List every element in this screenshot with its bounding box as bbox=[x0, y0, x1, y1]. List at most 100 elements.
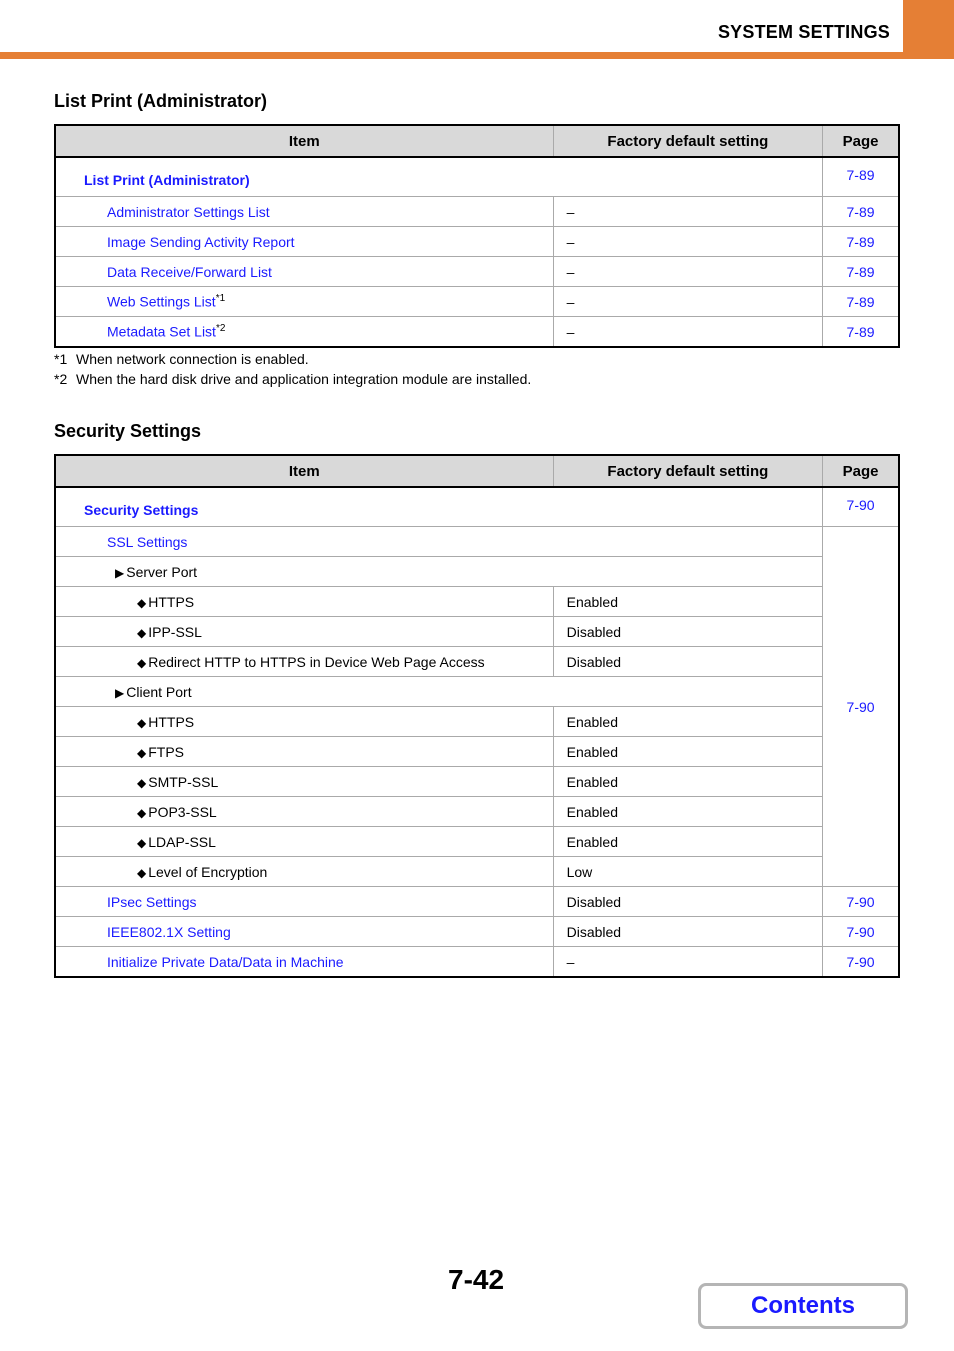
table-row: Security Settings 7-90 bbox=[54, 486, 901, 527]
section-title-security: Security Settings bbox=[54, 421, 202, 441]
ssl-settings-link[interactable]: SSL Settings bbox=[107, 534, 187, 550]
item-label: SMTP-SSL bbox=[148, 773, 219, 790]
header-accent-bar bbox=[0, 52, 954, 59]
header-accent-block bbox=[903, 0, 954, 59]
footnote-text: When the hard disk drive and application… bbox=[76, 371, 532, 387]
page-link[interactable]: 7-90 bbox=[822, 486, 901, 527]
footnote-ref: *2 bbox=[215, 323, 226, 335]
value-cell: Enabled bbox=[552, 766, 824, 797]
item-label: IPP-SSL bbox=[148, 623, 202, 640]
page-link[interactable]: 7-89 bbox=[822, 256, 901, 287]
item-label: HTTPS bbox=[148, 713, 195, 730]
item-label: LDAP-SSL bbox=[148, 833, 216, 850]
diamond-bullet-icon: ◆ bbox=[137, 865, 147, 880]
table-row: ◆ LDAP-SSL Enabled bbox=[53, 826, 899, 857]
group-label[interactable]: Security Settings bbox=[54, 486, 824, 527]
column-header-item: Item bbox=[53, 124, 554, 158]
table-header-row: Item Factory default setting Page bbox=[53, 124, 901, 158]
table-row: Administrator Settings List – 7-89 bbox=[53, 196, 901, 227]
page-link[interactable]: 7-90 bbox=[822, 526, 901, 887]
value-cell: Disabled bbox=[552, 646, 824, 677]
footnote-mark: *1 bbox=[54, 351, 68, 367]
column-header-factory-default: Factory default setting bbox=[552, 454, 824, 488]
item-link[interactable]: Metadata Set List bbox=[107, 324, 216, 340]
value-cell: Enabled bbox=[552, 796, 824, 827]
value-cell: – bbox=[552, 226, 824, 257]
item-cell: ◆ IPP-SSL bbox=[53, 616, 554, 647]
item-cell: ◆ SMTP-SSL bbox=[53, 766, 554, 797]
page-link[interactable]: 7-90 bbox=[822, 916, 901, 947]
column-header-page: Page bbox=[822, 124, 901, 158]
item-label: HTTPS bbox=[148, 593, 195, 610]
arrow-right-icon: ▶ bbox=[115, 565, 125, 580]
item-link[interactable]: IPsec Settings bbox=[107, 894, 197, 910]
footnote: *1 When network connection is enabled. bbox=[54, 351, 309, 367]
diamond-bullet-icon: ◆ bbox=[137, 745, 147, 760]
item-cell[interactable]: SSL Settings bbox=[54, 526, 824, 557]
table-row: Image Sending Activity Report – 7-89 bbox=[53, 226, 901, 257]
page-link[interactable]: 7-89 bbox=[822, 286, 901, 317]
item-cell[interactable]: Administrator Settings List bbox=[53, 196, 554, 227]
value-cell: – bbox=[552, 196, 824, 227]
table-row: ◆ FTPS Enabled bbox=[53, 736, 899, 767]
column-header-page: Page bbox=[822, 454, 901, 488]
page-link[interactable]: 7-89 bbox=[822, 226, 901, 257]
value-cell: Disabled bbox=[552, 916, 824, 947]
item-link[interactable]: Web Settings List bbox=[107, 294, 216, 310]
value-cell: – bbox=[552, 286, 824, 317]
table-row: ◆ HTTPS Enabled bbox=[53, 706, 899, 737]
value-cell: Disabled bbox=[552, 886, 824, 917]
item-cell[interactable]: IPsec Settings bbox=[53, 886, 554, 917]
page-link[interactable]: 7-89 bbox=[822, 156, 901, 197]
diamond-bullet-icon: ◆ bbox=[137, 595, 147, 610]
value-cell: – bbox=[552, 256, 824, 287]
item-cell: ◆ HTTPS bbox=[53, 586, 554, 617]
diamond-bullet-icon: ◆ bbox=[137, 835, 147, 850]
list-print-table: Item Factory default setting Page List P… bbox=[53, 124, 901, 348]
item-link[interactable]: Administrator Settings List bbox=[107, 204, 270, 220]
table-row: IEEE802.1X Setting Disabled 7-90 bbox=[53, 916, 901, 947]
item-cell[interactable]: Initialize Private Data/Data in Machine bbox=[53, 946, 554, 978]
item-link[interactable]: IEEE802.1X Setting bbox=[107, 924, 231, 940]
value-cell: Enabled bbox=[552, 826, 824, 857]
group-label[interactable]: List Print (Administrator) bbox=[54, 156, 824, 197]
item-cell[interactable]: Metadata Set List*2 bbox=[53, 316, 554, 348]
group-link[interactable]: Security Settings bbox=[84, 502, 198, 518]
subgroup-cell: ▶ Server Port bbox=[54, 556, 824, 587]
item-cell: ◆ LDAP-SSL bbox=[53, 826, 554, 857]
arrow-right-icon: ▶ bbox=[115, 685, 125, 700]
table-row: ▶ Client Port bbox=[54, 676, 899, 707]
diamond-bullet-icon: ◆ bbox=[137, 655, 147, 670]
diamond-bullet-icon: ◆ bbox=[137, 775, 147, 790]
contents-button[interactable]: Contents bbox=[698, 1283, 908, 1329]
value-cell: Enabled bbox=[552, 736, 824, 767]
section-title-list-print: List Print (Administrator) bbox=[54, 91, 268, 111]
diamond-bullet-icon: ◆ bbox=[137, 715, 147, 730]
group-link[interactable]: List Print (Administrator) bbox=[84, 172, 250, 188]
item-label: Redirect HTTP to HTTPS in Device Web Pag… bbox=[148, 653, 485, 670]
item-cell[interactable]: Data Receive/Forward List bbox=[53, 256, 554, 287]
value-cell: Enabled bbox=[552, 706, 824, 737]
item-cell[interactable]: IEEE802.1X Setting bbox=[53, 916, 554, 947]
page-link[interactable]: 7-90 bbox=[822, 946, 901, 978]
table-row: ◆ SMTP-SSL Enabled bbox=[53, 766, 899, 797]
footnote-mark: *2 bbox=[54, 371, 68, 387]
table-row: ◆ Redirect HTTP to HTTPS in Device Web Pa… bbox=[53, 646, 899, 677]
diamond-bullet-icon: ◆ bbox=[137, 625, 147, 640]
subgroup-label: Client Port bbox=[126, 683, 192, 700]
value-cell: – bbox=[552, 946, 824, 978]
value-cell: Disabled bbox=[552, 616, 824, 647]
item-link[interactable]: Image Sending Activity Report bbox=[107, 234, 295, 250]
page-link[interactable]: 7-89 bbox=[822, 196, 901, 227]
item-cell: ◆ Redirect HTTP to HTTPS in Device Web Pa… bbox=[53, 646, 554, 677]
table-row: ◆ IPP-SSL Disabled bbox=[53, 616, 899, 647]
item-link[interactable]: Initialize Private Data/Data in Machine bbox=[107, 954, 344, 970]
page-link[interactable]: 7-90 bbox=[822, 886, 901, 917]
item-cell[interactable]: Web Settings List*1 bbox=[53, 286, 554, 317]
page-link[interactable]: 7-89 bbox=[822, 316, 901, 348]
footnote: *2 When the hard disk drive and applicati… bbox=[54, 371, 531, 387]
item-cell[interactable]: Image Sending Activity Report bbox=[53, 226, 554, 257]
diamond-bullet-icon: ◆ bbox=[137, 805, 147, 820]
item-link[interactable]: Data Receive/Forward List bbox=[107, 264, 272, 280]
table-row: ◆ Level of Encryption Low bbox=[53, 856, 899, 887]
